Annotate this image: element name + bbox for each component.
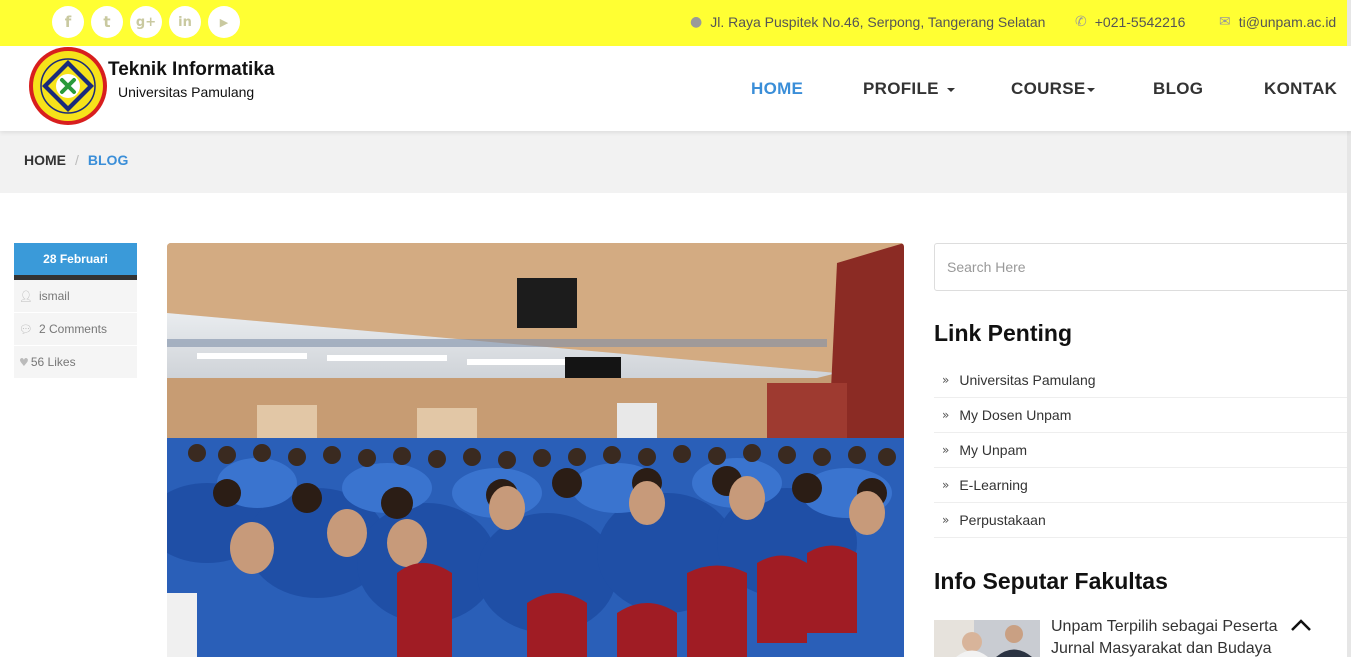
double-chevron-right-icon: » — [942, 408, 950, 422]
nav-profile[interactable]: PROFILE — [863, 79, 955, 99]
address-info: ● Jl. Raya Puspitek No.46, Serpong, Tang… — [690, 14, 1045, 30]
link-e-learning[interactable]: » E-Learning — [934, 468, 1351, 503]
address-text: Jl. Raya Puspitek No.46, Serpong, Tanger… — [710, 14, 1046, 30]
nav-home[interactable]: HOME — [751, 79, 803, 99]
twitter-icon[interactable]: t — [91, 6, 123, 38]
google-plus-icon[interactable]: g+ — [130, 6, 162, 38]
news-thumbnail[interactable] — [934, 620, 1040, 657]
post-date: 28 Februari — [14, 243, 137, 280]
site-title[interactable]: Teknik Informatika — [108, 59, 274, 81]
important-links-list: » Universitas Pamulang » My Dosen Unpam … — [934, 363, 1351, 538]
link-my-dosen-unpam[interactable]: » My Dosen Unpam — [934, 398, 1351, 433]
linkedin-icon[interactable]: in — [169, 6, 201, 38]
email-info: ✉ ti@unpam.ac.id — [1219, 14, 1336, 30]
post-author[interactable]: 👤︎ ismail — [14, 280, 137, 313]
social-links: f t g+ in ▶ — [52, 6, 240, 38]
link-label: Perpustakaan — [959, 512, 1046, 528]
breadcrumb-home[interactable]: HOME — [24, 152, 66, 168]
university-logo[interactable] — [28, 46, 110, 126]
double-chevron-right-icon: » — [942, 443, 950, 457]
phone-text: +021-5542216 — [1094, 14, 1186, 30]
breadcrumb-separator: / — [75, 152, 79, 168]
post-comments-count: 2 Comments — [38, 322, 107, 336]
envelope-icon: ✉ — [1219, 14, 1231, 30]
comment-icon: 💬︎ — [19, 322, 33, 336]
links-heading: Link Penting — [934, 320, 1072, 346]
back-to-top-button[interactable] — [1284, 610, 1318, 640]
post-featured-image[interactable] — [167, 243, 904, 657]
email-text: ti@unpam.ac.id — [1238, 14, 1337, 30]
link-universitas-pamulang[interactable]: » Universitas Pamulang — [934, 363, 1351, 398]
link-perpustakaan[interactable]: » Perpustakaan — [934, 503, 1351, 538]
breadcrumb-band: HOME / BLOG — [0, 131, 1351, 193]
search-input[interactable] — [934, 243, 1351, 291]
facebook-icon[interactable]: f — [52, 6, 84, 38]
nav-course-label: COURSE — [1011, 79, 1086, 98]
post-meta: 28 Februari 👤︎ ismail 💬︎ 2 Comments ♥ 56… — [14, 243, 137, 379]
nav-course[interactable]: COURSE — [1011, 79, 1095, 99]
youtube-icon[interactable]: ▶ — [208, 6, 240, 38]
double-chevron-right-icon: » — [942, 373, 950, 387]
caret-down-icon — [1086, 87, 1095, 92]
top-bar: f t g+ in ▶ ● Jl. Raya Puspitek No.46, S… — [0, 0, 1351, 46]
post-likes-count: 56 Likes — [30, 355, 76, 369]
nav-kontak[interactable]: KONTAK — [1264, 79, 1337, 99]
double-chevron-right-icon: » — [942, 478, 950, 492]
phone-icon: ✆ — [1075, 14, 1087, 30]
link-label: My Unpam — [959, 442, 1028, 458]
link-label: Universitas Pamulang — [959, 372, 1096, 388]
site-header: Teknik Informatika Universitas Pamulang … — [0, 46, 1351, 131]
phone-info: ✆ +021-5542216 — [1075, 14, 1185, 30]
link-my-unpam[interactable]: » My Unpam — [934, 433, 1351, 468]
breadcrumb: HOME / BLOG — [24, 152, 128, 168]
chevron-up-icon — [1291, 619, 1311, 631]
site-subtitle: Universitas Pamulang — [118, 84, 255, 100]
post-likes[interactable]: ♥ 56 Likes — [14, 346, 137, 379]
post-author-name: ismail — [38, 289, 70, 303]
heart-icon: ♥ — [19, 355, 29, 369]
breadcrumb-current: BLOG — [87, 152, 129, 168]
link-label: My Dosen Unpam — [959, 407, 1072, 423]
nav-blog[interactable]: BLOG — [1153, 79, 1203, 99]
link-label: E-Learning — [959, 477, 1028, 493]
post-comments[interactable]: 💬︎ 2 Comments — [14, 313, 137, 346]
map-marker-icon: ● — [690, 14, 703, 30]
info-heading: Info Seputar Fakultas — [934, 568, 1168, 594]
nav-profile-label: PROFILE — [863, 79, 939, 98]
double-chevron-right-icon: » — [942, 513, 950, 527]
caret-down-icon — [946, 87, 955, 92]
user-icon: 👤︎ — [19, 289, 33, 303]
